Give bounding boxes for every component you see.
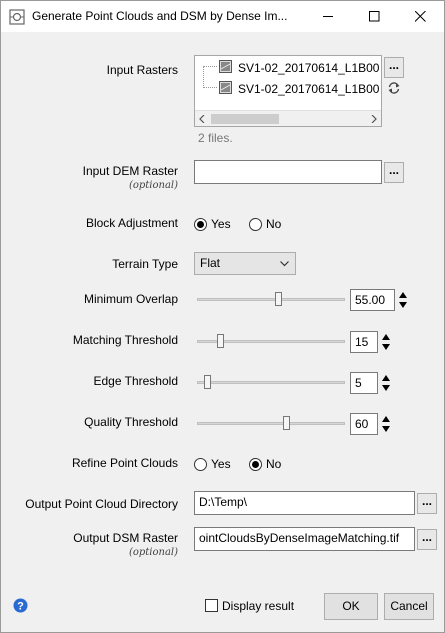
app-icon xyxy=(9,9,25,25)
spin-up-icon[interactable] xyxy=(399,292,407,298)
raster-file-icon xyxy=(219,60,232,73)
quality-threshold-spinner[interactable] xyxy=(380,414,392,434)
input-rasters-list[interactable]: SV1-02_20170614_L1B00 SV1-02_20170614_L1… xyxy=(194,55,382,127)
block-adjustment-no-radio[interactable] xyxy=(249,218,262,231)
terrain-type-value: Flat xyxy=(200,256,221,270)
block-adjustment-no-label[interactable]: No xyxy=(266,217,281,231)
edge-threshold-input[interactable]: 5 xyxy=(350,372,378,394)
raster-file-name[interactable]: SV1-02_20170614_L1B00 xyxy=(238,82,379,96)
refine-no-radio[interactable] xyxy=(249,458,262,471)
output-dsm-label: Output DSM Raster xyxy=(73,531,178,545)
block-adjustment-yes-radio[interactable] xyxy=(194,218,207,231)
spin-down-icon[interactable] xyxy=(382,385,390,391)
input-rasters-browse-button[interactable]: ... xyxy=(384,57,404,78)
input-rasters-label: Input Rasters xyxy=(106,63,178,77)
refine-point-clouds-label: Refine Point Clouds xyxy=(71,456,178,470)
refine-yes-label[interactable]: Yes xyxy=(211,457,231,471)
matching-threshold-slider-thumb[interactable] xyxy=(217,334,224,348)
spin-up-icon[interactable] xyxy=(382,334,390,340)
chevron-down-icon xyxy=(280,261,289,267)
raster-file-name[interactable]: SV1-02_20170614_L1B00 xyxy=(238,61,379,75)
output-point-cloud-dir-field[interactable]: D:\Temp\ xyxy=(194,491,415,515)
tree-connector xyxy=(203,66,217,67)
input-dem-browse-button[interactable]: ... xyxy=(384,162,404,183)
spin-up-icon[interactable] xyxy=(382,416,390,422)
edge-threshold-spinner[interactable] xyxy=(380,373,392,393)
block-adjustment-yes-label[interactable]: Yes xyxy=(211,217,231,231)
refresh-icon[interactable] xyxy=(387,81,401,95)
spin-down-icon[interactable] xyxy=(399,302,407,308)
maximize-button[interactable] xyxy=(352,1,397,32)
close-icon xyxy=(415,11,426,22)
output-dsm-optional: (optional) xyxy=(128,547,178,558)
matching-threshold-label: Matching Threshold xyxy=(72,333,178,347)
minimize-icon xyxy=(323,16,333,17)
input-dem-field[interactable] xyxy=(194,160,382,184)
spin-down-icon[interactable] xyxy=(382,426,390,432)
quality-threshold-input[interactable]: 60 xyxy=(350,413,378,435)
output-point-cloud-dir-browse-button[interactable]: ... xyxy=(417,493,437,514)
output-dsm-browse-button[interactable]: ... xyxy=(417,529,437,550)
dialog-window: Generate Point Clouds and DSM by Dense I… xyxy=(0,0,445,633)
edge-threshold-slider-thumb[interactable] xyxy=(204,375,211,389)
matching-threshold-spinner[interactable] xyxy=(380,332,392,352)
scrollbar-thumb[interactable] xyxy=(211,114,279,124)
matching-threshold-input[interactable]: 15 xyxy=(350,331,378,353)
ok-button[interactable]: OK xyxy=(324,593,378,620)
window-title: Generate Point Clouds and DSM by Dense I… xyxy=(32,9,288,23)
quality-threshold-label: Quality Threshold xyxy=(84,415,178,429)
minimize-button[interactable] xyxy=(306,1,351,32)
scroll-left-icon[interactable] xyxy=(199,115,205,123)
maximize-icon xyxy=(369,11,380,22)
terrain-type-dropdown[interactable]: Flat xyxy=(194,252,296,275)
edge-threshold-slider-track[interactable] xyxy=(197,381,345,384)
minimum-overlap-slider-thumb[interactable] xyxy=(275,292,282,306)
scroll-right-icon[interactable] xyxy=(371,115,377,123)
quality-threshold-slider-track[interactable] xyxy=(197,422,345,425)
close-button[interactable] xyxy=(398,1,443,32)
edge-threshold-label: Edge Threshold xyxy=(93,374,178,388)
quality-threshold-slider-thumb[interactable] xyxy=(283,416,290,430)
tree-connector xyxy=(203,87,217,88)
input-dem-label: Input DEM Raster xyxy=(82,164,178,178)
title-bar[interactable]: Generate Point Clouds and DSM by Dense I… xyxy=(1,1,444,32)
spin-down-icon[interactable] xyxy=(382,344,390,350)
refine-yes-radio[interactable] xyxy=(194,458,207,471)
minimum-overlap-input[interactable]: 55.00 xyxy=(350,289,395,311)
output-dsm-field[interactable]: ointCloudsByDenseImageMatching.tif xyxy=(194,527,415,551)
terrain-type-label: Terrain Type xyxy=(112,257,178,271)
minimum-overlap-spinner[interactable] xyxy=(397,290,409,310)
minimum-overlap-label: Minimum Overlap xyxy=(83,292,178,306)
help-icon[interactable]: ? xyxy=(13,598,28,613)
input-dem-optional: (optional) xyxy=(128,180,178,191)
cancel-button[interactable]: Cancel xyxy=(384,593,434,620)
block-adjustment-label: Block Adjustment xyxy=(85,216,178,230)
svg-text:?: ? xyxy=(17,601,24,613)
spin-up-icon[interactable] xyxy=(382,375,390,381)
tree-connector xyxy=(203,66,204,88)
display-result-label[interactable]: Display result xyxy=(222,599,294,613)
file-count: 2 files. xyxy=(198,131,233,145)
display-result-checkbox[interactable] xyxy=(205,599,218,612)
raster-file-icon xyxy=(219,81,232,94)
minimum-overlap-slider-track[interactable] xyxy=(197,298,345,301)
horizontal-scrollbar[interactable] xyxy=(195,110,381,126)
output-point-cloud-dir-label: Output Point Cloud Directory xyxy=(25,497,178,511)
refine-no-label[interactable]: No xyxy=(266,457,281,471)
